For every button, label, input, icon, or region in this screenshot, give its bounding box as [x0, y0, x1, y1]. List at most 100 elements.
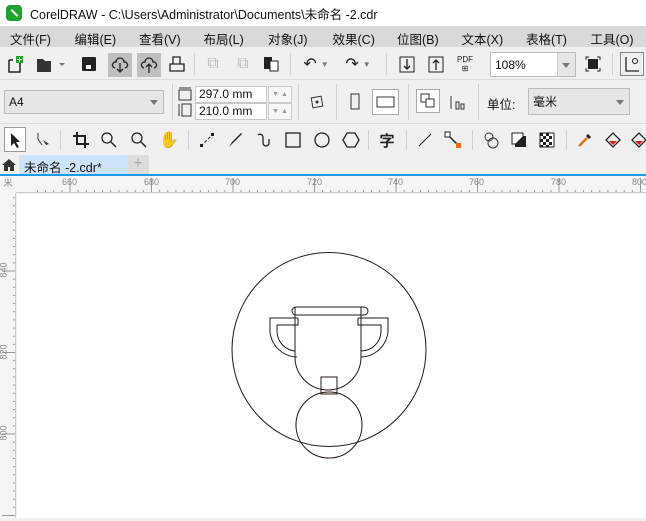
menu-text[interactable]: 文本(X): [452, 26, 517, 47]
separator: [368, 130, 369, 150]
publish-pdf-icon[interactable]: PDF ⊞: [452, 53, 478, 75]
separator: [386, 53, 387, 75]
open-icon[interactable]: [34, 53, 70, 75]
zoom-combo[interactable]: 108%: [490, 52, 576, 77]
base-circle[interactable]: [295, 391, 363, 459]
crop-tool-icon[interactable]: [70, 128, 92, 152]
page-height-icon: [177, 102, 193, 118]
add-tab-button[interactable]: +: [127, 155, 149, 174]
cup-body[interactable]: [294, 307, 362, 391]
separator: [298, 84, 299, 120]
import-cloud-icon[interactable]: [108, 53, 132, 77]
freehand-tool-icon[interactable]: [196, 128, 218, 152]
cup-stem[interactable]: [320, 376, 338, 395]
vertical-ruler[interactable]: 840 820 800: [0, 193, 16, 518]
menu-view[interactable]: 查看(V): [129, 26, 194, 47]
drawing-canvas[interactable]: [17, 194, 646, 518]
pick-tool-icon[interactable]: [4, 127, 26, 152]
ruler-label: 820: [0, 344, 9, 360]
page-size-select[interactable]: A4: [4, 90, 164, 114]
cut-icon[interactable]: ⧉: [232, 53, 254, 75]
units-value: 毫米: [533, 95, 558, 109]
right-handle[interactable]: [357, 317, 389, 358]
smart-fill-icon[interactable]: [630, 128, 646, 152]
polygon-tool-icon[interactable]: [340, 128, 362, 152]
menu-tools[interactable]: 工具(O): [581, 26, 646, 47]
zoom-out-tool-icon[interactable]: [128, 128, 150, 152]
ruler-label: 780: [551, 177, 567, 187]
standard-toolbar: ⧉ ⧉ ↶ ▼ ↷ ▼ PDF ⊞ 108%: [0, 47, 646, 80]
export-cloud-icon[interactable]: [137, 53, 161, 77]
separator: [336, 84, 337, 120]
separator: [194, 53, 195, 75]
toolbox: ✋ 字: [0, 124, 646, 155]
menu-table[interactable]: 表格(T): [516, 26, 581, 47]
menu-layout[interactable]: 布局(L): [194, 26, 259, 47]
units-label: 单位:: [487, 98, 516, 112]
ruler-label: 720: [307, 177, 323, 187]
import-icon[interactable]: [396, 53, 418, 75]
left-handle[interactable]: [269, 317, 299, 358]
eyedropper-icon[interactable]: [574, 128, 596, 152]
landscape-icon[interactable]: [372, 89, 399, 115]
ruler-label: 760: [469, 177, 485, 187]
options-icon[interactable]: [620, 52, 644, 76]
rectangle-tool-icon[interactable]: [282, 128, 304, 152]
full-screen-icon[interactable]: [582, 53, 604, 75]
units-select[interactable]: 毫米: [528, 88, 630, 115]
separator: [612, 53, 613, 75]
ruler-origin[interactable]: 米: [0, 176, 16, 193]
menu-object[interactable]: 对象(J): [258, 26, 323, 47]
bezier-curve-icon[interactable]: [252, 128, 274, 152]
current-page-icon[interactable]: [446, 91, 468, 113]
outer-circle[interactable]: [231, 252, 427, 447]
paste-icon[interactable]: [260, 53, 282, 75]
print-icon[interactable]: [166, 53, 188, 75]
text-tool-icon[interactable]: 字: [376, 128, 398, 152]
export-icon[interactable]: [425, 53, 447, 75]
zoom-value: 108%: [495, 57, 526, 72]
save-icon[interactable]: [78, 53, 100, 75]
pan-tool-icon[interactable]: ✋: [158, 128, 180, 152]
redo-icon[interactable]: ↷ ▼: [340, 53, 376, 75]
menu-bar: 文件(F) 编辑(E) 查看(V) 布局(L) 对象(J) 效果(C) 位图(B…: [0, 26, 646, 47]
menu-file[interactable]: 文件(F): [0, 26, 65, 47]
page-size-value: A4: [9, 95, 24, 109]
page-height-input[interactable]: 210.0 mm: [195, 103, 267, 120]
blend-tool-icon[interactable]: [480, 128, 502, 152]
trophy-drawing[interactable]: [17, 194, 646, 518]
all-pages-icon[interactable]: [416, 89, 440, 113]
copy-icon[interactable]: ⧉: [202, 53, 224, 75]
page-orientation-tool-icon[interactable]: [306, 91, 328, 113]
ellipse-tool-icon[interactable]: [311, 128, 333, 152]
separator: [566, 130, 567, 150]
ruler-label: 660: [62, 177, 78, 187]
shape-tool-icon[interactable]: [32, 128, 54, 152]
artistic-media-tool-icon[interactable]: [224, 128, 246, 152]
menu-edit[interactable]: 编辑(E): [65, 26, 130, 47]
document-tab[interactable]: 未命名 -2.cdr*: [19, 155, 127, 175]
separator: [408, 84, 409, 120]
separator: [188, 130, 189, 150]
portrait-icon[interactable]: [344, 91, 366, 113]
interactive-fill-icon[interactable]: [602, 128, 624, 152]
coreldraw-logo-icon: [6, 5, 22, 21]
parallel-dimension-icon[interactable]: [414, 128, 436, 152]
cup-rim[interactable]: [291, 306, 369, 316]
undo-icon[interactable]: ↶ ▼: [298, 53, 334, 75]
title-bar: CorelDRAW - C:\Users\Administrator\Docum…: [0, 0, 646, 26]
menu-effects[interactable]: 效果(C): [323, 26, 388, 47]
horizontal-ruler[interactable]: 660 680 700 720 740 760 780 800: [16, 176, 646, 193]
home-icon[interactable]: [2, 158, 16, 172]
menu-bitmaps[interactable]: 位图(B): [387, 26, 452, 47]
separator: [406, 130, 407, 150]
drop-shadow-icon[interactable]: [508, 128, 530, 152]
ruler-label: 800: [632, 177, 646, 187]
width-spinner[interactable]: ▼ ▲: [268, 86, 292, 103]
height-spinner[interactable]: ▼ ▲: [268, 103, 292, 120]
transparency-icon[interactable]: [536, 128, 558, 152]
zoom-tool-icon[interactable]: [98, 128, 120, 152]
page-width-input[interactable]: 297.0 mm: [195, 86, 267, 103]
new-document-icon[interactable]: [4, 53, 26, 75]
connector-tool-icon[interactable]: [442, 128, 464, 152]
